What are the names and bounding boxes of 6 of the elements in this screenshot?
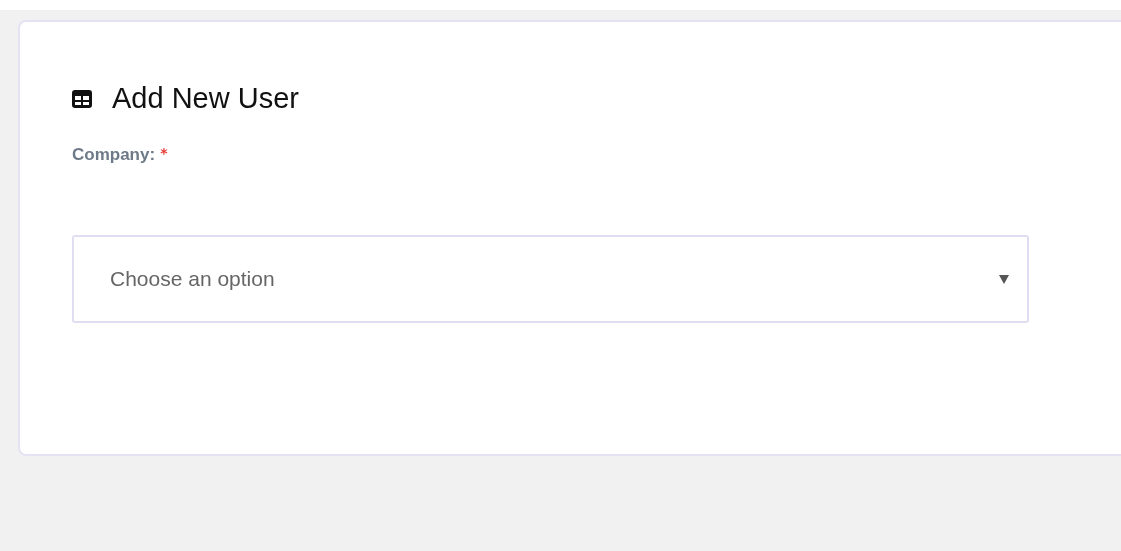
card-title: Add New User [112,82,299,115]
caret-icon [999,274,1009,284]
company-select[interactable]: Choose an option [72,235,1029,323]
field-label: Company: [72,145,156,165]
required-mark: * [160,145,168,161]
table-icon [72,89,92,108]
